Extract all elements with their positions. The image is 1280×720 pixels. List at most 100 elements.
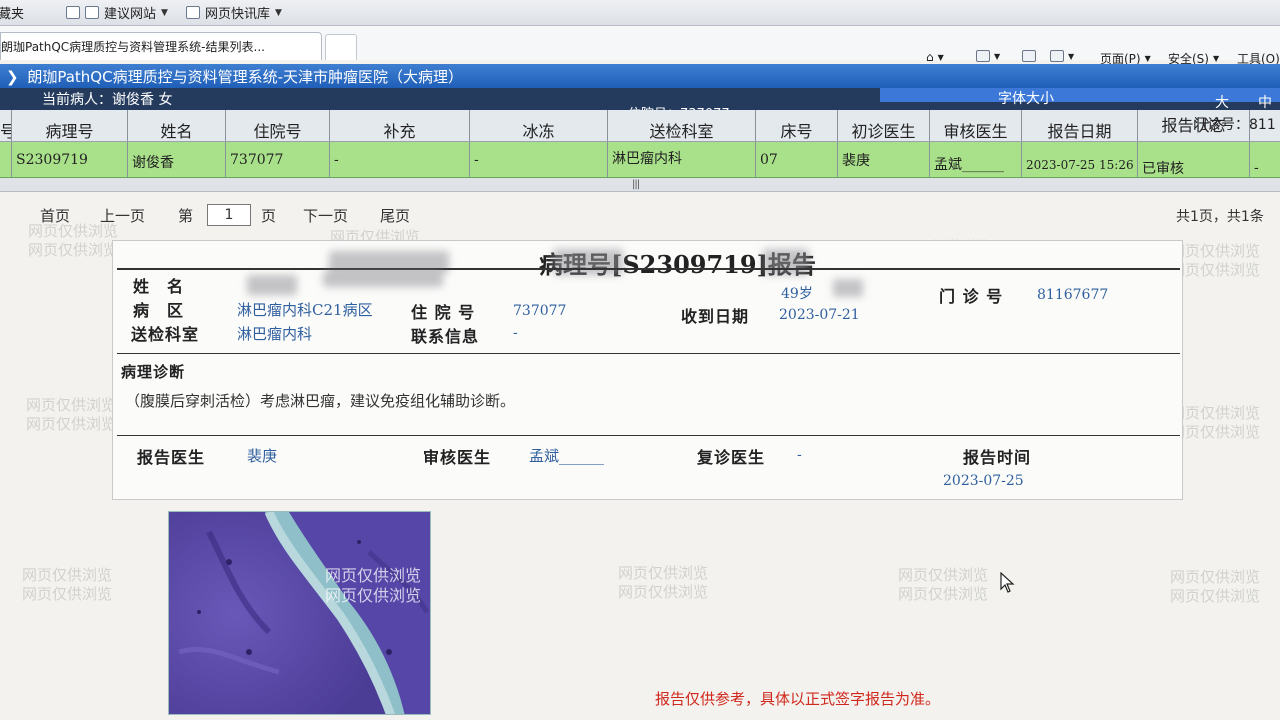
col-header-first-doctor[interactable]: 初诊医生 [838,110,930,141]
chevron-down-icon: ▼ [161,7,168,18]
name-label: 姓 名 [133,277,185,296]
page-suffix: 页 [261,207,277,225]
chevron-down-icon: ▼ [274,7,282,18]
watermark: 网页仅供浏览网页仅供浏览 [618,564,709,601]
prev-page-link[interactable]: 上一页 [100,205,145,226]
col-header-report-date[interactable]: 报告日期 [1022,110,1138,141]
col-header-bed[interactable]: 床号 [756,110,838,141]
watermark: 网页仅供浏览网页仅供浏览 [898,566,989,603]
dept-label: 送检科室 [131,325,200,344]
web-slice-gallery-link[interactable]: 网页快讯库 ▼ [185,3,282,22]
report-time-value: 2023-07-25 [943,473,1024,489]
report-panel: 病理号[S2309719]报告 姓 名 49岁 门 诊 号 81167677 病… [112,240,1183,500]
title-rule [117,268,1180,270]
suggested-sites-label: 建议网站 [104,7,157,22]
col-header-supplement[interactable]: 补充 [330,110,470,141]
cell-extra[interactable]: - [1250,142,1280,177]
inpatient-label: 住 院 号 [411,303,476,322]
watermark: 网页仅供浏览网页仅供浏览 [26,396,117,433]
mail-button[interactable] [1022,50,1036,62]
cell-inpatient-no[interactable]: 737077 [226,142,330,177]
chevron-down-icon: ▼ [994,51,1001,61]
col-header-path-no[interactable]: 病理号 [12,110,128,141]
cell-bed[interactable]: 07 [756,142,838,177]
col-header-dept[interactable]: 送检科室 [608,110,756,141]
watermark: 网页仅供浏览网页仅供浏览 [22,566,113,603]
favorites-bar: 藏夹 建议网站 ▼ 网页快讯库 ▼ [0,0,1280,26]
review-doctor-label: 审核医生 [423,448,492,467]
disclaimer-text: 报告仅供参考，具体以正式签字报告为准。 [655,690,941,708]
report-doctor-value: 裴庚 [247,447,278,465]
col-header-inpatient-no[interactable]: 住院号 [226,110,330,141]
col-header-index[interactable]: 号 [0,110,12,141]
table-row[interactable]: S2309719 谢俊香 737077 - - 淋巴瘤内科 07 裴庚 孟斌__… [0,142,1280,178]
received-value: 2023-07-21 [779,307,860,323]
contact-value: - [513,325,518,341]
font-large-button[interactable]: 大 [1215,92,1229,112]
watermark: 网页仅供浏览网页仅供浏览 [1170,404,1261,441]
review-doctor-value: 孟斌______ [529,447,605,465]
next-page-link[interactable]: 下一页 [303,205,348,226]
font-medium-button[interactable]: 中 [1258,92,1272,112]
redaction [247,275,297,295]
pager: 首页 上一页 第 1 页 下一页 尾页 共1页，共1条 [0,200,1280,230]
col-header-outpatient[interactable]: 门诊号：811 [1193,114,1276,134]
col-header-name[interactable]: 姓名 [128,110,226,141]
mouse-cursor-icon [1000,572,1015,593]
cell-report-date[interactable]: 2023-07-25 15:26 [1022,142,1138,177]
feed-icon [185,6,200,19]
report-doctor-label: 报告医生 [137,448,206,467]
redaction [763,249,809,275]
redaction [833,279,863,297]
home-button[interactable]: ⌂ ▼ [926,50,944,64]
diagnosis-label: 病理诊断 [121,363,186,381]
col-header-review-doctor[interactable]: 审核医生 [930,110,1022,141]
cell-dept[interactable]: 淋巴瘤内科 [608,142,756,177]
cell-name[interactable]: 谢俊香 [128,142,226,177]
patient-bar: 当前病人：谢俊香 女 字体大小 大 中 住院号：737077 [0,88,1280,122]
page-prefix: 第 [178,207,194,225]
web-slice-icon [66,6,81,19]
histology-image[interactable]: 网页仅供浏览 网页仅供浏览 [168,511,431,715]
diagnosis-text: （腹膜后穿刺活检）考虑淋巴瘤，建议免疫组化辅助诊断。 [125,392,516,410]
grip-icon: ||| [632,179,640,190]
mail-icon [1022,50,1036,62]
cell-first-doctor[interactable]: 裴庚 [838,142,930,177]
followup-doctor-label: 复诊医生 [697,448,766,467]
feeds-button[interactable]: ▼ [976,50,1000,62]
outpatient-label: 门 诊 号 [939,287,1004,306]
result-grid-header: 号 病理号 姓名 住院号 补充 冰冻 送检科室 床号 初诊医生 审核医生 报告日… [0,110,1280,142]
outpatient-value: 81167677 [1037,287,1109,303]
chevron-down-icon: ▼ [1212,54,1220,63]
panel-splitter[interactable]: ||| [0,178,1280,192]
inpatient-value: 737077 [513,303,567,319]
first-page-link[interactable]: 首页 [40,205,70,226]
last-page-link[interactable]: 尾页 [380,205,410,226]
cell-path-no[interactable]: S2309719 [12,142,128,177]
page-icon [85,6,100,19]
printer-icon [1050,50,1064,62]
favorites-button[interactable]: 藏夹 [0,3,24,22]
cell-status[interactable]: 已审核 [1138,142,1250,177]
dept-value: 淋巴瘤内科 [237,325,313,343]
followup-doctor-value: - [797,447,802,463]
ward-value: 淋巴瘤内科C21病区 [237,301,373,319]
print-button[interactable]: ▼ [1050,50,1074,62]
histology-picture [169,512,430,714]
cell-supplement[interactable]: - [330,142,470,177]
home-icon: ⌂ [926,50,934,64]
cell-review-doctor[interactable]: 孟斌______ [930,142,1022,177]
received-label: 收到日期 [681,307,750,326]
col-header-frozen[interactable]: 冰冻 [470,110,608,141]
watermark: 网页仅供浏览网页仅供浏览 [1170,242,1261,279]
chevron-icon: ❯ [6,68,19,86]
current-patient: 当前病人：谢俊香 女 [42,92,173,108]
cell-frozen[interactable]: - [470,142,608,177]
chevron-down-icon: ▼ [1144,54,1151,63]
command-bar: ⌂ ▼ ▼ ▼ 页面(P) ▼ 安全(S) ▼ 工具(O) [0,50,1280,66]
watermark: 网页仅供浏览网页仅供浏览 [1170,568,1261,605]
page-number-input[interactable]: 1 [207,204,251,226]
chevron-down-icon: ▼ [937,52,944,62]
suggested-sites-link[interactable]: 建议网站 ▼ [66,3,168,22]
web-slice-gallery-label: 网页快讯库 [204,7,270,22]
